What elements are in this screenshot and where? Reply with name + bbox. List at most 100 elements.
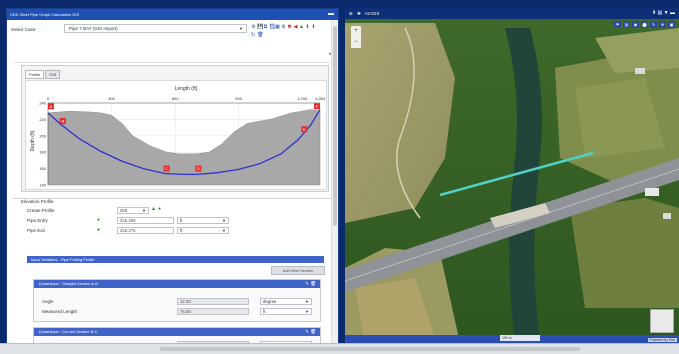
pipe-entry-label: Pipe Entry [27, 218, 48, 223]
x-axis-label: Length (ft) [175, 86, 198, 92]
chevron-down-icon: ▼ [305, 299, 309, 304]
map-window-controls[interactable]: ⬆ ▤ ▼ ▬ [652, 8, 675, 19]
case-tools: ⚙ 💾 ⧉ 🗒 ▦ ⚙ ✖ ◀ ▲ ⬆ ⬇ [251, 24, 316, 30]
measured-length-label: Measured Length [42, 309, 78, 314]
layers-icon[interactable]: ▤ [623, 21, 630, 28]
share-icon[interactable]: ◀ [293, 24, 298, 30]
marker-label: E [303, 127, 306, 132]
pipe-entry-unit: ft [180, 218, 183, 223]
case-label: Select Case: [11, 27, 37, 32]
tab-profile[interactable]: Profile [25, 70, 45, 79]
download-icon[interactable]: ⬇ [311, 24, 316, 30]
refresh-icon[interactable]: ↻ [251, 32, 255, 38]
map-title-bar: ⊕ ✚ ArcGIS ⬆ ▤ ▼ ▬ [345, 8, 679, 19]
pipe-exit-input[interactable]: 226.276 [117, 227, 174, 234]
section-actions: ✎ 🗑 [305, 328, 316, 336]
trash-icon[interactable]: 🗑 [310, 329, 316, 334]
chevron-down-icon: ▼ [222, 228, 226, 233]
profile-tabs: Profile GIS [25, 70, 61, 79]
edit-icon[interactable]: ✎ [305, 329, 309, 334]
y-axis-label: Depth (ft) [30, 130, 36, 151]
trash-icon[interactable]: 🗑 [257, 32, 263, 38]
create-profile-select[interactable]: GIS ▼ [117, 207, 149, 214]
chart-icon[interactable]: ▲ [299, 24, 304, 30]
trash-icon[interactable]: 🗑 [310, 281, 316, 286]
calculation-panel: HDD Steel Pipe Graph Calculation GIS ▬ S… [6, 8, 339, 348]
settings-icon[interactable]: ⚙ [251, 24, 256, 30]
flag-icon[interactable]: ⚑ [614, 21, 621, 28]
elevation-title: Elevation Profile [21, 199, 54, 204]
upload-icon[interactable]: ⬆ [305, 24, 310, 30]
measured-length-unit-select[interactable]: ft ▼ [260, 308, 312, 315]
pipe-exit-unit-select[interactable]: ft ▼ [177, 227, 229, 234]
marker-label: C [165, 166, 168, 171]
add-section-button[interactable]: Add New Section [271, 266, 325, 275]
y-tick-label: 140 [39, 183, 46, 188]
target-icon[interactable]: ◉ [632, 21, 639, 28]
scale-bar: 100 m [500, 335, 540, 341]
section-header: Downslope : Curved Section B-C ✎ 🗑 [34, 328, 320, 336]
locate-icon[interactable]: ⊕ [659, 21, 666, 28]
y-tick-label: 240 [39, 101, 46, 106]
x-tick-label: 300 [108, 96, 115, 101]
marker-label: B [61, 119, 64, 124]
copy-icon[interactable]: ⧉ [263, 24, 268, 30]
basemap-icon[interactable]: ▣ [668, 21, 675, 28]
measured-length-input[interactable]: 75.00 [177, 308, 249, 315]
map-title: ArcGIS [364, 11, 380, 16]
section-title: Downslope : Curved Section B-C [39, 329, 98, 334]
notes-icon[interactable]: 🗒 [269, 24, 275, 30]
ground-profile [47, 109, 321, 186]
measured-length-unit: ft [263, 309, 266, 314]
map-pin-icon[interactable]: ● [97, 227, 100, 233]
pipe-exit-unit: ft [180, 228, 183, 233]
x-tick-label: 1,284 [315, 96, 326, 101]
case-tools-secondary: ↻ 🗑 [251, 32, 264, 38]
tab-gis[interactable]: GIS [45, 70, 61, 79]
grid-icon[interactable]: ▦ [275, 24, 280, 30]
x-tick-label: 1,200 [297, 96, 308, 101]
case-select[interactable]: Pipe 7 BAY (GIS Import) ▼ [64, 24, 247, 33]
map-pin-icon[interactable]: ● [97, 217, 100, 223]
scroll-handle[interactable] [160, 347, 580, 351]
edit-icon[interactable]: ✎ [650, 21, 657, 28]
angle-unit-select[interactable]: degree ▼ [260, 298, 312, 305]
pipe-entry-unit-select[interactable]: ft ▼ [177, 217, 229, 224]
zoom-in-button[interactable]: + [351, 26, 361, 37]
attribution: Powered by Esri [647, 338, 677, 342]
scrollbar-thumb[interactable] [333, 26, 337, 226]
chart-icon[interactable]: ▲ [151, 206, 156, 212]
map-toolbar: ⚑ ▤ ◉ ⬤ ✎ ⊕ ▣ [614, 21, 675, 28]
marker-label: A [50, 104, 53, 109]
section-actions: ✎ 🗑 [305, 280, 316, 288]
add-icon[interactable]: ✚ [357, 11, 361, 16]
point-icon[interactable]: ⬤ [641, 21, 648, 28]
bottom-scroll-strip[interactable] [0, 343, 679, 354]
marker-label: D [197, 166, 200, 171]
zoom-controls: + − [351, 26, 361, 48]
panel-title: HDD Steel Pipe Graph Calculation GIS [10, 12, 80, 17]
minimize-button[interactable]: ▬ [328, 9, 334, 20]
y-tick-label: 160 [39, 166, 46, 171]
map-pin-icon[interactable]: ● [158, 206, 161, 212]
gear-icon[interactable]: ⚙ [281, 24, 286, 30]
edit-icon[interactable]: ✎ [305, 281, 309, 286]
profile-panel: Profile GIS Length (ft) Depth (ft) 0 300 6… [21, 65, 329, 192]
divider [13, 198, 331, 199]
create-profile-value: GIS [120, 208, 128, 213]
gis-map[interactable]: ⊕ ✚ ArcGIS ⬆ ▤ ▼ ▬ + − ⚑ ▤ ◉ ⬤ ✎ ⊕ ▣ 100… [345, 8, 679, 343]
pipe-entry-input[interactable]: 225.289 [117, 217, 174, 224]
section-header: Downslope : Straight Section A-B ✎ 🗑 [34, 280, 320, 288]
save-icon[interactable]: 💾 [257, 24, 263, 30]
overview-map[interactable] [650, 309, 674, 333]
x-tick-label: 900 [235, 96, 242, 101]
close-icon[interactable]: ✖ [287, 24, 292, 30]
x-tick-label: 600 [172, 96, 179, 101]
panel-scrollbar[interactable] [331, 20, 338, 347]
angle-input[interactable]: 12.00 [177, 298, 249, 305]
input-variables-header: Input Variables - Pipe Pulling Profile [27, 256, 324, 263]
zoom-out-button[interactable]: − [351, 37, 361, 48]
profile-chart: Length (ft) Depth (ft) 0 300 600 900 1,200 1,… [30, 86, 326, 188]
section-title: Downslope : Straight Section A-B [39, 281, 98, 286]
chevron-down-icon: ▼ [305, 309, 309, 314]
